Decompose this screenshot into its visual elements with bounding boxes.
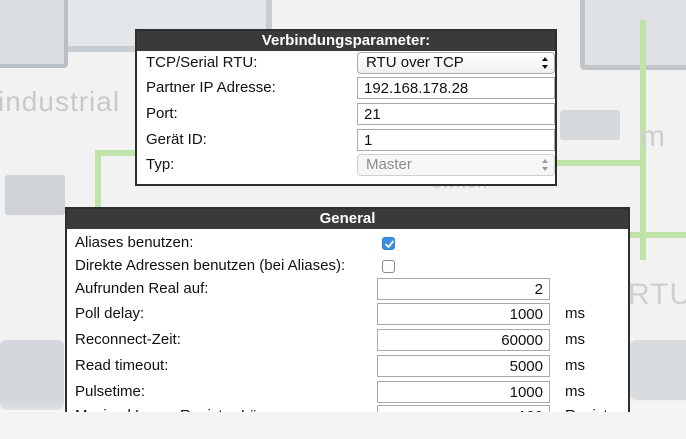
row-aliases: Aliases benutzen: bbox=[67, 231, 628, 255]
max-register-length-input[interactable] bbox=[377, 405, 550, 412]
direct-addresses-label: Direkte Adressen benutzen (bei Aliases): bbox=[75, 257, 346, 274]
partner-ip-input[interactable] bbox=[357, 77, 555, 99]
port-label: Port: bbox=[146, 105, 178, 122]
row-reconnect-time: Reconnect-Zeit: ms bbox=[67, 328, 628, 352]
max-register-length-unit: Register bbox=[565, 404, 621, 412]
plc-device-graphic bbox=[5, 175, 65, 215]
monitor-graphic bbox=[0, 0, 68, 68]
cable-line bbox=[95, 150, 101, 210]
aliases-label: Aliases benutzen: bbox=[75, 234, 194, 251]
background-text-m: m bbox=[640, 120, 666, 153]
row-read-timeout: Read timeout: ms bbox=[67, 354, 628, 378]
port-input[interactable] bbox=[357, 103, 555, 125]
pulsetime-label: Pulsetime: bbox=[75, 383, 146, 400]
poll-delay-unit: ms bbox=[565, 305, 585, 322]
type-select: Master bbox=[357, 154, 555, 176]
aliases-checkbox[interactable] bbox=[382, 237, 395, 250]
tcp-serial-label: TCP/Serial RTU: bbox=[146, 54, 258, 71]
row-tcp-serial: TCP/Serial RTU: RTU over TCP bbox=[137, 51, 555, 75]
round-real-input[interactable] bbox=[377, 278, 550, 300]
round-real-label: Aufrunden Real auf: bbox=[75, 280, 209, 297]
row-type: Typ: Master bbox=[137, 153, 555, 177]
select-arrows-icon bbox=[542, 159, 548, 171]
pulsetime-input[interactable] bbox=[377, 381, 550, 403]
max-register-length-label: Maximal Lesen Register-Länge: bbox=[75, 404, 287, 412]
row-round-real: Aufrunden Real auf: bbox=[67, 277, 628, 301]
reconnect-time-input[interactable] bbox=[377, 329, 550, 351]
row-max-register-length: Maximal Lesen Register-Länge: Register bbox=[67, 404, 628, 412]
general-panel: General Aliases benutzen: Direkte Adress… bbox=[65, 207, 630, 412]
read-timeout-label: Read timeout: bbox=[75, 357, 169, 374]
row-direct-addresses: Direkte Adressen benutzen (bei Aliases): bbox=[67, 254, 628, 278]
check-icon bbox=[385, 240, 394, 248]
bottom-fade bbox=[0, 412, 686, 439]
row-port: Port: bbox=[137, 102, 555, 126]
poll-delay-label: Poll delay: bbox=[75, 305, 145, 322]
direct-addresses-checkbox[interactable] bbox=[382, 260, 395, 273]
cable-line bbox=[628, 232, 686, 238]
reconnect-time-label: Reconnect-Zeit: bbox=[75, 331, 181, 348]
tcp-serial-select[interactable]: RTU over TCP bbox=[357, 52, 555, 74]
type-label: Typ: bbox=[146, 156, 175, 173]
connection-panel-title: Verbindungsparameter: bbox=[137, 31, 555, 51]
connection-parameters-panel: Verbindungsparameter: TCP/Serial RTU: RT… bbox=[135, 29, 557, 186]
type-select-value: Master bbox=[366, 156, 412, 173]
reconnect-time-unit: ms bbox=[565, 331, 585, 348]
select-arrows-icon bbox=[542, 57, 548, 69]
device-id-label: Gerät ID: bbox=[146, 131, 207, 148]
pulsetime-unit: ms bbox=[565, 383, 585, 400]
row-device-id: Gerät ID: bbox=[137, 128, 555, 152]
tcp-serial-select-value: RTU over TCP bbox=[366, 54, 464, 71]
read-timeout-unit: ms bbox=[565, 357, 585, 374]
cable-line bbox=[556, 160, 646, 166]
row-poll-delay: Poll delay: ms bbox=[67, 302, 628, 326]
device-id-input[interactable] bbox=[357, 129, 555, 151]
general-panel-title: General bbox=[67, 209, 628, 229]
background-text-industrial: industrial bbox=[0, 86, 121, 117]
row-pulsetime: Pulsetime: ms bbox=[67, 380, 628, 404]
monitor-graphic bbox=[580, 0, 686, 70]
read-timeout-input[interactable] bbox=[377, 355, 550, 377]
switch-device-graphic bbox=[560, 110, 620, 140]
poll-delay-input[interactable] bbox=[377, 303, 550, 325]
background-text-rtu: RTU bbox=[628, 278, 686, 311]
row-partner-ip: Partner IP Adresse: bbox=[137, 76, 555, 100]
plc-device-graphic bbox=[630, 340, 686, 400]
partner-ip-label: Partner IP Adresse: bbox=[146, 79, 276, 96]
